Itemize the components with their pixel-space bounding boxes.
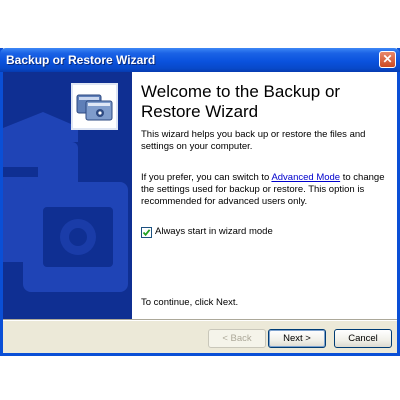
wizard-content: Welcome to the Backup or Restore Wizard … (132, 72, 397, 319)
next-button[interactable]: Next > (268, 329, 326, 348)
continue-text: To continue, click Next. (141, 297, 239, 308)
back-button[interactable]: < Back (208, 329, 266, 348)
wizard-sidebar (3, 72, 132, 319)
page-title: Welcome to the Backup or Restore Wizard (141, 82, 341, 121)
cancel-button[interactable]: Cancel (334, 329, 392, 348)
intro-text: This wizard helps you back up or restore… (141, 129, 366, 152)
wizard-mode-checkbox[interactable] (141, 226, 152, 238)
wizard-mode-option[interactable]: Always start in wizard mode (141, 226, 273, 238)
wizard-window: Backup or Restore Wizard ✕ Welcome to th… (0, 48, 400, 356)
wizard-mode-label: Always start in wizard mode (155, 226, 273, 237)
backup-cards-icon (71, 83, 118, 130)
advanced-mode-text: If you prefer, you can switch to Advance… (141, 172, 391, 208)
footer-divider (3, 319, 397, 321)
prefer-text-before: If you prefer, you can switch to (141, 172, 272, 183)
title-bar[interactable]: Backup or Restore Wizard ✕ (0, 48, 400, 72)
close-button[interactable]: ✕ (379, 51, 396, 68)
close-icon: ✕ (382, 52, 393, 66)
checkmark-icon (142, 228, 151, 236)
advanced-mode-link[interactable]: Advanced Mode (271, 172, 340, 183)
window-title: Backup or Restore Wizard (6, 53, 156, 67)
